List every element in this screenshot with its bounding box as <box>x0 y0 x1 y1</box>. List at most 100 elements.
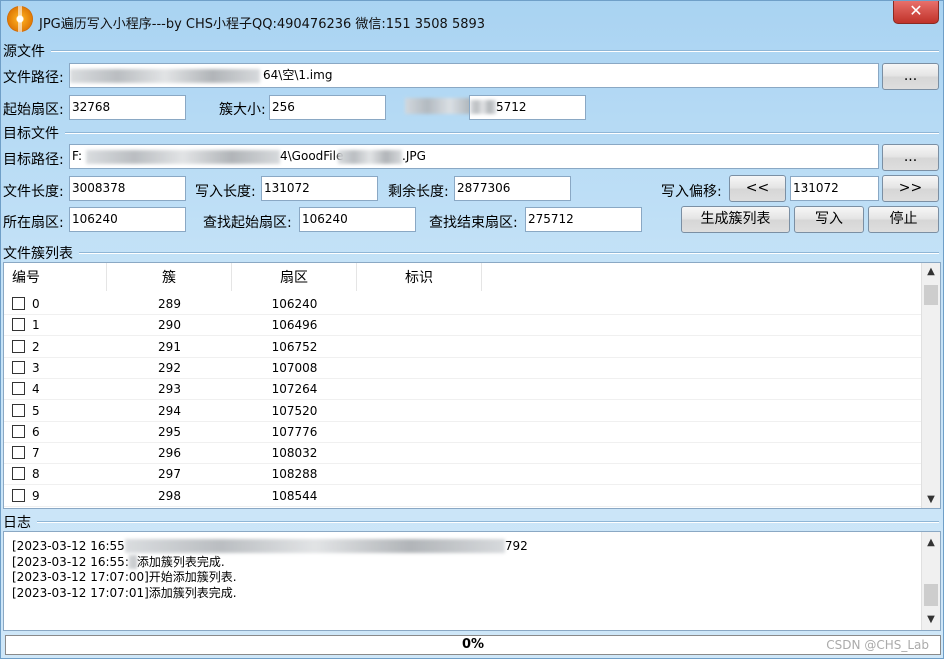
source-section-divider <box>51 50 939 52</box>
log-box[interactable]: [2023-03-12 16:55 792 [2023-03-12 16:55: 添… <box>3 531 941 631</box>
search-start-input[interactable]: 106240 <box>299 207 416 232</box>
row-flag <box>357 294 482 315</box>
row-cluster: 298 <box>107 486 232 507</box>
column-header-id[interactable]: 编号 <box>4 263 107 291</box>
row-flag <box>357 358 482 379</box>
row-sector: 108032 <box>232 443 357 465</box>
search-start-label: 查找起始扇区: <box>203 215 292 231</box>
total-sector-input[interactable]: 5712 <box>469 95 586 120</box>
remaining-length-input[interactable]: 2877306 <box>454 176 571 201</box>
scroll-down-icon[interactable]: ▼ <box>922 491 940 508</box>
offset-next-button[interactable]: >> <box>882 175 939 202</box>
search-end-input[interactable]: 275712 <box>525 207 642 232</box>
row-checkbox[interactable] <box>12 424 25 438</box>
row-checkbox[interactable] <box>12 488 25 502</box>
column-header-cluster[interactable]: 簇 <box>107 263 232 291</box>
scroll-thumb[interactable] <box>924 584 938 606</box>
list-scrollbar[interactable]: ▲ ▼ <box>921 263 940 508</box>
write-length-input[interactable]: 131072 <box>261 176 378 201</box>
close-button[interactable]: ✕ <box>893 1 939 24</box>
log-section-title: 日志 <box>3 515 31 531</box>
start-sector-label: 起始扇区: <box>3 102 64 118</box>
generate-cluster-list-button[interactable]: 生成簇列表 <box>681 206 790 233</box>
title-bar[interactable]: JPG遍历写入小程序---by CHS小程子QQ:490476236 微信:15… <box>1 1 943 39</box>
row-id: 1 <box>32 318 40 333</box>
row-filler <box>482 443 921 465</box>
scroll-thumb[interactable] <box>924 285 938 305</box>
row-id-cell: 6 <box>4 422 107 443</box>
row-id: 4 <box>32 382 40 397</box>
file-length-label: 文件长度: <box>3 184 64 200</box>
row-id-cell: 0 <box>4 294 107 315</box>
row-cluster: 290 <box>107 315 232 337</box>
table-row[interactable]: 8 297 108288 <box>4 464 921 486</box>
row-checkbox[interactable] <box>12 382 25 396</box>
log-scrollbar[interactable]: ▲ ▼ <box>921 532 940 630</box>
table-row[interactable]: 2 291 106752 <box>4 337 921 358</box>
scroll-up-icon[interactable]: ▲ <box>922 263 940 280</box>
cluster-list-divider <box>79 252 939 254</box>
row-checkbox[interactable] <box>12 403 25 417</box>
row-flag <box>357 464 482 486</box>
row-id: 8 <box>32 467 40 482</box>
target-path-label: 目标路径: <box>3 152 64 168</box>
row-checkbox[interactable] <box>12 360 25 374</box>
cluster-list-view[interactable]: 编号 簇 扇区 标识 0 289 106240 1 290 106496 2 291 10675… <box>3 262 941 509</box>
row-id: 5 <box>32 403 40 418</box>
row-sector: 107520 <box>232 401 357 422</box>
log-line: [2023-03-12 16:55 792 <box>12 539 528 553</box>
row-cluster: 292 <box>107 358 232 379</box>
row-cluster: 291 <box>107 337 232 358</box>
sector-input[interactable]: 106240 <box>69 207 186 232</box>
write-offset-input[interactable]: 131072 <box>790 176 879 201</box>
row-cluster: 296 <box>107 443 232 465</box>
row-id-cell: 3 <box>4 358 107 379</box>
row-checkbox[interactable] <box>12 318 25 332</box>
table-row[interactable]: 1 290 106496 <box>4 315 921 337</box>
write-length-label: 写入长度: <box>195 184 256 200</box>
row-filler <box>482 337 921 358</box>
row-checkbox[interactable] <box>12 446 25 460</box>
row-sector: 107008 <box>232 358 357 379</box>
scroll-down-icon[interactable]: ▼ <box>922 611 940 628</box>
scroll-up-icon[interactable]: ▲ <box>922 534 940 551</box>
row-sector: 106240 <box>232 294 357 315</box>
row-cluster: 297 <box>107 464 232 486</box>
file-length-input[interactable]: 3008378 <box>69 176 186 201</box>
redacted-blur <box>124 539 505 553</box>
offset-prev-button[interactable]: << <box>729 175 786 202</box>
target-browse-button[interactable]: ... <box>882 144 939 171</box>
source-section-title: 源文件 <box>3 44 45 60</box>
redacted-blur <box>338 150 402 164</box>
row-filler <box>482 294 921 315</box>
row-sector: 108288 <box>232 464 357 486</box>
table-row[interactable]: 4 293 107264 <box>4 379 921 401</box>
main-window: JPG遍历写入小程序---by CHS小程子QQ:490476236 微信:15… <box>0 0 944 659</box>
cluster-size-input[interactable]: 256 <box>269 95 386 120</box>
table-row[interactable]: 3 292 107008 <box>4 358 921 379</box>
source-path-input[interactable]: 64\空\1.img <box>69 63 879 88</box>
table-row[interactable]: 5 294 107520 <box>4 401 921 422</box>
write-button[interactable]: 写入 <box>794 206 864 233</box>
row-checkbox[interactable] <box>12 297 25 310</box>
row-checkbox[interactable] <box>12 339 25 353</box>
row-id-cell: 1 <box>4 315 107 337</box>
table-row[interactable]: 7 296 108032 <box>4 443 921 465</box>
table-row[interactable]: 0 289 106240 <box>4 294 921 315</box>
target-path-input[interactable]: F: 4\GoodFile .JPG <box>69 144 879 169</box>
row-flag <box>357 422 482 443</box>
row-flag <box>357 486 482 507</box>
total-sector-text: 5712 <box>496 100 527 114</box>
sector-label: 所在扇区: <box>3 215 64 231</box>
row-checkbox[interactable] <box>12 467 25 481</box>
start-sector-input[interactable]: 32768 <box>69 95 186 120</box>
table-row[interactable]: 6 295 107776 <box>4 422 921 443</box>
redacted-blur <box>70 69 260 83</box>
source-browse-button[interactable]: ... <box>882 63 939 90</box>
list-header: 编号 簇 扇区 标识 <box>4 263 921 291</box>
row-cluster: 294 <box>107 401 232 422</box>
column-header-sector[interactable]: 扇区 <box>232 263 357 291</box>
stop-button[interactable]: 停止 <box>868 206 939 233</box>
column-header-flag[interactable]: 标识 <box>357 263 482 291</box>
table-row[interactable]: 9 298 108544 <box>4 486 921 507</box>
